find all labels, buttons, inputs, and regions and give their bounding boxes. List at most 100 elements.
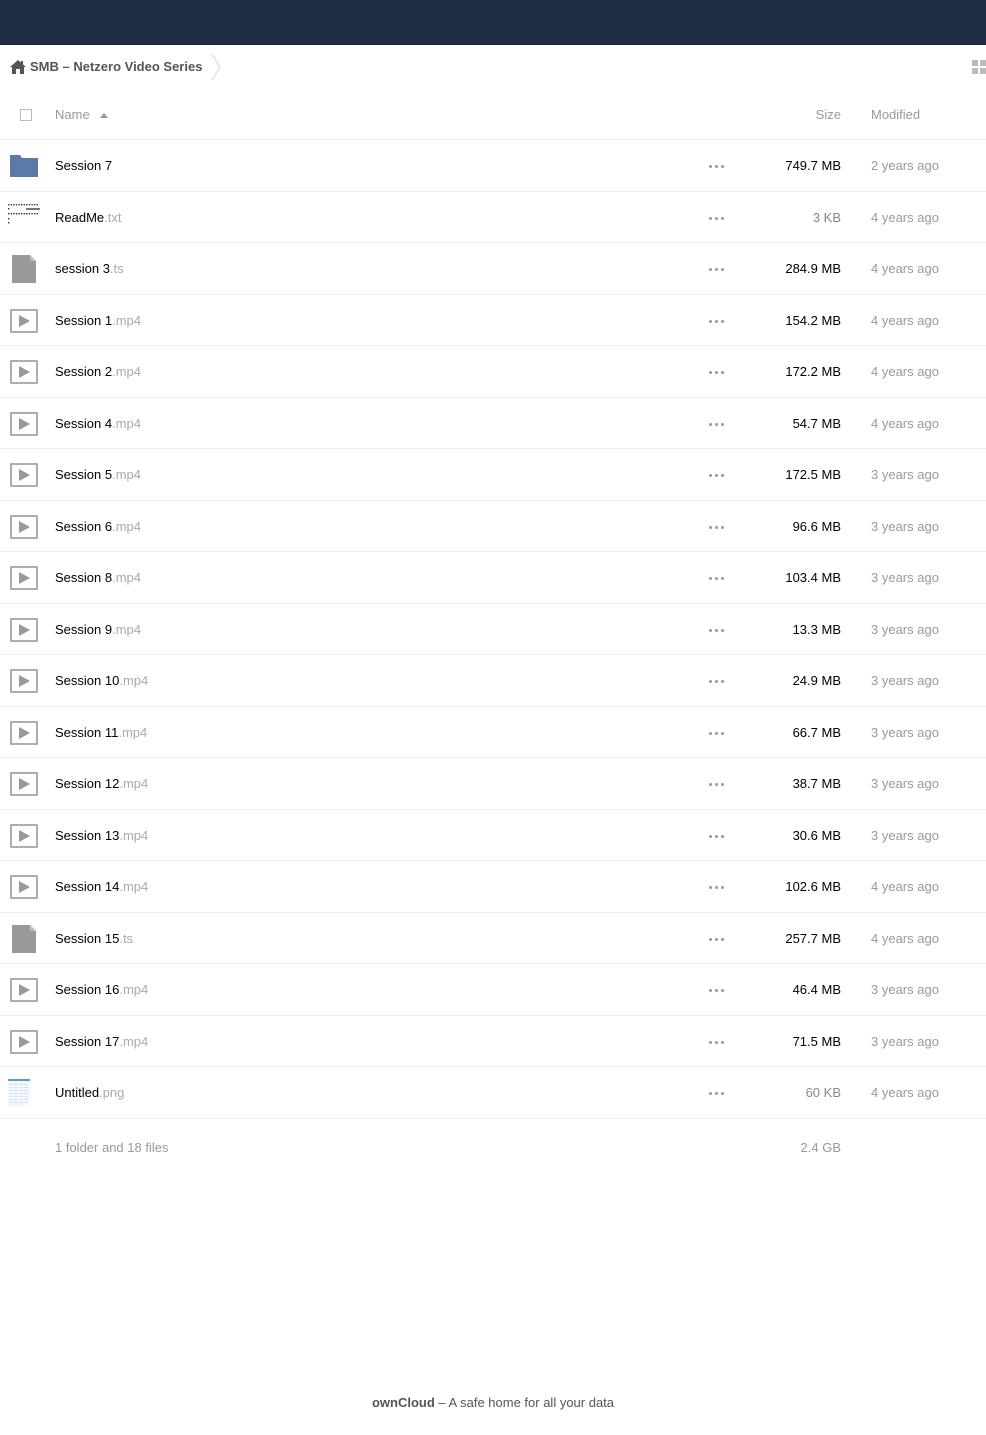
file-extension[interactable]: .ts bbox=[110, 261, 124, 276]
video-file-icon[interactable] bbox=[8, 356, 40, 388]
file-name[interactable]: Session 2.mp4 bbox=[55, 364, 141, 379]
file-name[interactable]: Session 17.mp4 bbox=[55, 1034, 148, 1049]
file-row[interactable]: Session 10.mp4 24.9 MB 3 years ago bbox=[0, 655, 986, 707]
file-extension[interactable]: .mp4 bbox=[119, 879, 148, 894]
file-extension[interactable]: .mp4 bbox=[112, 313, 141, 328]
footer-brand[interactable]: ownCloud bbox=[372, 1395, 435, 1410]
file-name[interactable]: Session 13.mp4 bbox=[55, 828, 148, 843]
column-header-modified[interactable]: Modified bbox=[871, 107, 920, 122]
file-name[interactable]: Session 4.mp4 bbox=[55, 416, 141, 431]
file-extension[interactable]: .png bbox=[99, 1085, 124, 1100]
file-name[interactable]: Session 11.mp4 bbox=[55, 725, 147, 740]
file-name[interactable]: Untitled.png bbox=[55, 1085, 124, 1100]
file-basename[interactable]: Session 2 bbox=[55, 364, 112, 379]
more-actions-icon[interactable] bbox=[709, 576, 725, 582]
video-file-icon[interactable] bbox=[8, 562, 40, 594]
file-basename[interactable]: Session 11 bbox=[55, 725, 118, 740]
more-actions-icon[interactable] bbox=[709, 937, 725, 943]
more-actions-icon[interactable] bbox=[709, 267, 725, 273]
file-basename[interactable]: Session 5 bbox=[55, 467, 112, 482]
more-actions-icon[interactable] bbox=[709, 731, 725, 737]
image-file-icon[interactable] bbox=[8, 1077, 40, 1109]
file-extension[interactable]: .mp4 bbox=[119, 828, 148, 843]
video-file-icon[interactable] bbox=[8, 717, 40, 749]
file-basename[interactable]: Session 1 bbox=[55, 313, 112, 328]
more-actions-icon[interactable] bbox=[709, 679, 725, 685]
file-extension[interactable]: .mp4 bbox=[119, 1034, 148, 1049]
file-row[interactable]: Untitled.png 60 KB 4 years ago bbox=[0, 1067, 986, 1119]
more-actions-icon[interactable] bbox=[709, 1091, 725, 1097]
file-row[interactable]: Session 11.mp4 66.7 MB 3 years ago bbox=[0, 707, 986, 758]
file-basename[interactable]: Session 16 bbox=[55, 982, 119, 997]
file-extension[interactable]: .mp4 bbox=[112, 622, 141, 637]
file-name[interactable]: Session 8.mp4 bbox=[55, 570, 141, 585]
video-file-icon[interactable] bbox=[8, 974, 40, 1006]
file-row[interactable]: Session 7 749.7 MB 2 years ago bbox=[0, 140, 986, 192]
file-row[interactable]: Session 16.mp4 46.4 MB 3 years ago bbox=[0, 964, 986, 1016]
file-extension[interactable]: .mp4 bbox=[119, 982, 148, 997]
file-basename[interactable]: Session 7 bbox=[55, 158, 112, 173]
file-name[interactable]: session 3.ts bbox=[55, 261, 124, 276]
file-extension[interactable]: .mp4 bbox=[112, 519, 141, 534]
file-name[interactable]: Session 15.ts bbox=[55, 931, 133, 946]
video-file-icon[interactable] bbox=[8, 459, 40, 491]
file-row[interactable]: Session 4.mp4 54.7 MB 4 years ago bbox=[0, 398, 986, 449]
file-name[interactable]: Session 1.mp4 bbox=[55, 313, 141, 328]
file-icon[interactable] bbox=[8, 253, 40, 285]
file-basename[interactable]: session 3 bbox=[55, 261, 110, 276]
file-basename[interactable]: Session 13 bbox=[55, 828, 119, 843]
video-file-icon[interactable] bbox=[8, 1026, 40, 1058]
file-row[interactable]: Session 2.mp4 172.2 MB 4 years ago bbox=[0, 346, 986, 398]
more-actions-icon[interactable] bbox=[709, 319, 725, 325]
more-actions-icon[interactable] bbox=[709, 885, 725, 891]
file-name[interactable]: Session 5.mp4 bbox=[55, 467, 141, 482]
file-name[interactable]: Session 9.mp4 bbox=[55, 622, 141, 637]
more-actions-icon[interactable] bbox=[709, 216, 725, 222]
more-actions-icon[interactable] bbox=[709, 164, 725, 170]
file-basename[interactable]: Session 14 bbox=[55, 879, 119, 894]
file-name[interactable]: ReadMe.txt bbox=[55, 210, 121, 225]
folder-icon[interactable] bbox=[8, 150, 40, 182]
breadcrumb-current-folder[interactable]: SMB – Netzero Video Series bbox=[30, 59, 202, 74]
home-icon[interactable] bbox=[9, 59, 27, 75]
file-basename[interactable]: Session 12 bbox=[55, 776, 119, 791]
file-extension[interactable]: .mp4 bbox=[112, 467, 141, 482]
more-actions-icon[interactable] bbox=[709, 370, 725, 376]
video-file-icon[interactable] bbox=[8, 614, 40, 646]
video-file-icon[interactable] bbox=[8, 768, 40, 800]
file-extension[interactable]: .mp4 bbox=[118, 725, 147, 740]
video-file-icon[interactable] bbox=[8, 871, 40, 903]
file-extension[interactable]: .mp4 bbox=[112, 570, 141, 585]
file-row[interactable]: session 3.ts 284.9 MB 4 years ago bbox=[0, 243, 986, 295]
grid-view-icon[interactable] bbox=[972, 60, 986, 74]
file-name[interactable]: Session 14.mp4 bbox=[55, 879, 148, 894]
file-extension[interactable]: .mp4 bbox=[112, 416, 141, 431]
file-name[interactable]: Session 16.mp4 bbox=[55, 982, 148, 997]
more-actions-icon[interactable] bbox=[709, 1040, 725, 1046]
video-file-icon[interactable] bbox=[8, 511, 40, 543]
file-row[interactable]: Session 6.mp4 96.6 MB 3 years ago bbox=[0, 501, 986, 552]
file-basename[interactable]: Untitled bbox=[55, 1085, 99, 1100]
file-basename[interactable]: Session 6 bbox=[55, 519, 112, 534]
more-actions-icon[interactable] bbox=[709, 473, 725, 479]
file-basename[interactable]: Session 4 bbox=[55, 416, 112, 431]
file-icon[interactable] bbox=[8, 923, 40, 955]
video-file-icon[interactable] bbox=[8, 305, 40, 337]
file-basename[interactable]: Session 15 bbox=[55, 931, 119, 946]
file-row[interactable]: ReadMe.txt 3 KB 4 years ago bbox=[0, 192, 986, 243]
file-extension[interactable]: .mp4 bbox=[112, 364, 141, 379]
more-actions-icon[interactable] bbox=[709, 628, 725, 634]
more-actions-icon[interactable] bbox=[709, 525, 725, 531]
sort-ascending-icon[interactable] bbox=[100, 113, 108, 118]
file-extension[interactable]: .txt bbox=[104, 210, 121, 225]
file-basename[interactable]: ReadMe bbox=[55, 210, 104, 225]
video-file-icon[interactable] bbox=[8, 665, 40, 697]
file-basename[interactable]: Session 8 bbox=[55, 570, 112, 585]
file-row[interactable]: Session 8.mp4 103.4 MB 3 years ago bbox=[0, 552, 986, 604]
file-row[interactable]: Session 17.mp4 71.5 MB 3 years ago bbox=[0, 1016, 986, 1067]
file-name[interactable]: Session 7 bbox=[55, 158, 112, 173]
file-row[interactable]: Session 12.mp4 38.7 MB 3 years ago bbox=[0, 758, 986, 810]
more-actions-icon[interactable] bbox=[709, 782, 725, 788]
file-basename[interactable]: Session 17 bbox=[55, 1034, 119, 1049]
file-basename[interactable]: Session 9 bbox=[55, 622, 112, 637]
